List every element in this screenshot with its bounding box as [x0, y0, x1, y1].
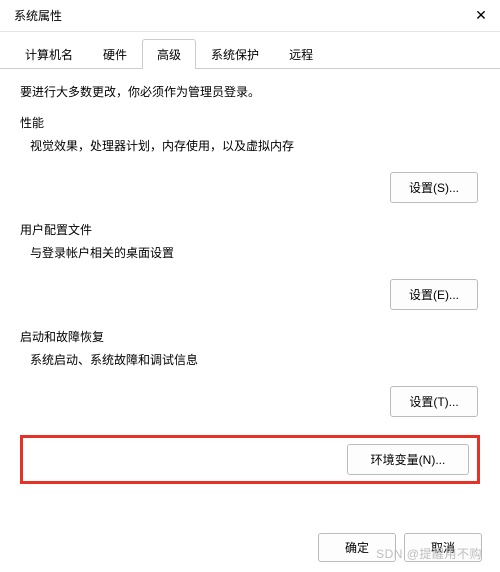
window-title: 系统属性: [14, 7, 62, 24]
tab-bar: 计算机名 硬件 高级 系统保护 远程: [0, 32, 500, 69]
performance-title: 性能: [20, 114, 480, 131]
tab-system-protection[interactable]: 系统保护: [196, 39, 274, 69]
user-profiles-title: 用户配置文件: [20, 221, 480, 238]
close-icon[interactable]: ✕: [474, 9, 488, 23]
dialog-footer: 确定 取消: [318, 533, 482, 562]
user-profiles-settings-button[interactable]: 设置(E)...: [390, 279, 478, 310]
cancel-button[interactable]: 取消: [404, 533, 482, 562]
environment-variables-button[interactable]: 环境变量(N)...: [347, 444, 469, 475]
content-area: 要进行大多数更改，你必须作为管理员登录。 性能 视觉效果，处理器计划，内存使用，…: [0, 69, 500, 490]
titlebar: 系统属性 ✕: [0, 0, 500, 32]
admin-note: 要进行大多数更改，你必须作为管理员登录。: [20, 83, 480, 100]
group-performance: 性能 视觉效果，处理器计划，内存使用，以及虚拟内存 设置(S)...: [20, 114, 480, 203]
tab-computer-name[interactable]: 计算机名: [10, 39, 88, 69]
startup-recovery-settings-button[interactable]: 设置(T)...: [390, 386, 478, 417]
group-user-profiles: 用户配置文件 与登录帐户相关的桌面设置 设置(E)...: [20, 221, 480, 310]
group-startup-recovery: 启动和故障恢复 系统启动、系统故障和调试信息 设置(T)...: [20, 328, 480, 417]
performance-settings-button[interactable]: 设置(S)...: [390, 172, 478, 203]
performance-desc: 视觉效果，处理器计划，内存使用，以及虚拟内存: [30, 137, 480, 154]
tab-hardware[interactable]: 硬件: [88, 39, 142, 69]
ok-button[interactable]: 确定: [318, 533, 396, 562]
tab-advanced[interactable]: 高级: [142, 39, 196, 69]
startup-recovery-desc: 系统启动、系统故障和调试信息: [30, 351, 480, 368]
startup-recovery-title: 启动和故障恢复: [20, 328, 480, 345]
tab-remote[interactable]: 远程: [274, 39, 328, 69]
env-vars-highlight: 环境变量(N)...: [20, 435, 480, 484]
user-profiles-desc: 与登录帐户相关的桌面设置: [30, 244, 480, 261]
